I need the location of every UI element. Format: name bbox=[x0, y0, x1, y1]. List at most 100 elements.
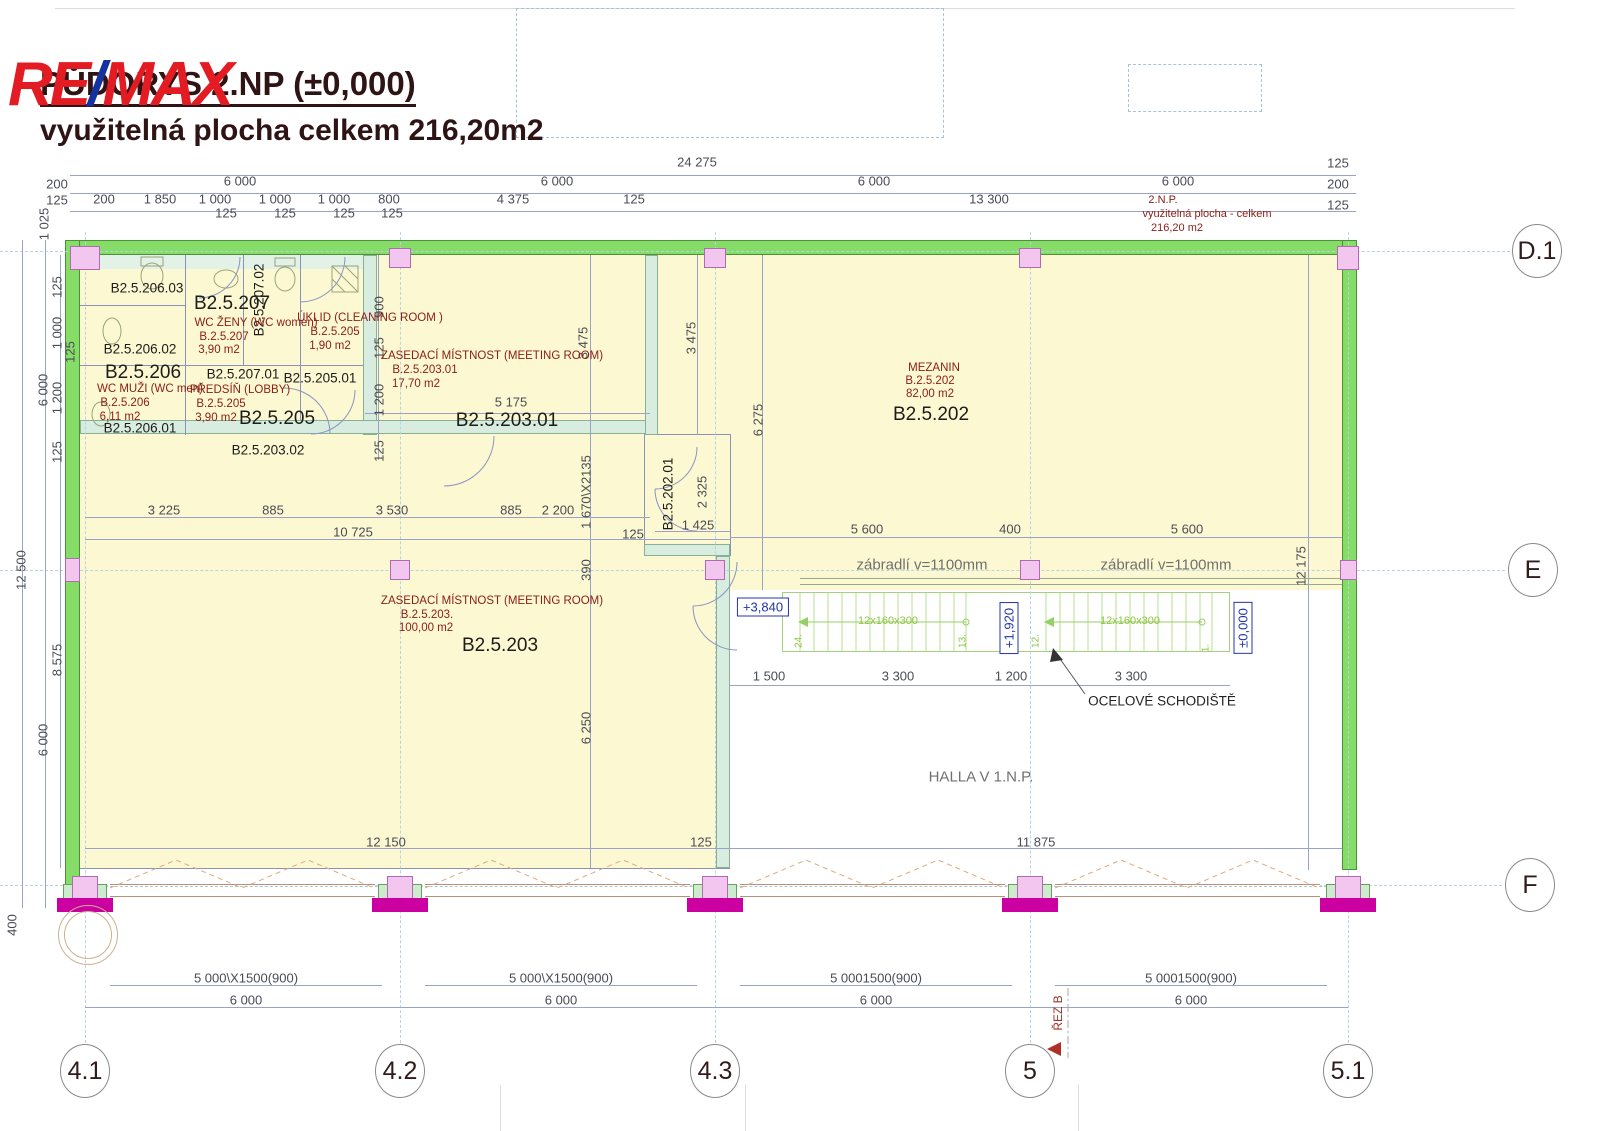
label-dimv: 390 bbox=[579, 559, 594, 581]
label-greenv: 1. bbox=[1201, 644, 1212, 652]
railing-line-1 bbox=[800, 578, 1342, 579]
label-dim: 5 0001500(900) bbox=[830, 971, 922, 986]
label-dimv: 12 175 bbox=[1294, 546, 1309, 586]
grid-bubble-d-1: D.1 bbox=[1512, 224, 1562, 278]
plumbing-strip bbox=[80, 255, 363, 269]
label-dimv: 6 250 bbox=[579, 712, 594, 745]
label-code: B2.5.206.01 bbox=[104, 421, 177, 436]
label-dimv: 1 670\X2135 bbox=[579, 455, 594, 529]
label-dim: 125 bbox=[274, 206, 296, 221]
label-big: B2.5.207 bbox=[194, 293, 270, 315]
label-big: B2.5.206 bbox=[105, 362, 181, 384]
wall-hall-left bbox=[716, 556, 730, 868]
partition-7 bbox=[658, 434, 730, 435]
logo-max: MAX bbox=[102, 50, 231, 119]
label-red: 100,00 m2 bbox=[399, 622, 453, 634]
dim-line bbox=[730, 537, 1342, 538]
label-red: 3,90 m2 bbox=[195, 412, 237, 424]
label-dim: 200 bbox=[46, 177, 68, 192]
dim-line bbox=[85, 848, 1342, 849]
label-dimv: 8 575 bbox=[50, 644, 65, 677]
partition-3 bbox=[300, 255, 301, 420]
label-dim: 1 200 bbox=[995, 669, 1028, 684]
label-dim: 6 000 bbox=[541, 174, 574, 189]
label-dim: 125 bbox=[381, 206, 403, 221]
grid-line-e bbox=[0, 570, 1505, 571]
label-red: ZASEDACÍ MÍSTNOST (MEETING ROOM) bbox=[381, 350, 603, 362]
label-dim: 5 600 bbox=[851, 522, 884, 537]
dashed-outline-large bbox=[516, 8, 944, 138]
site-circle-inner bbox=[64, 911, 112, 959]
dashed-outline-small bbox=[1128, 64, 1262, 112]
sill-magenta bbox=[1002, 898, 1058, 912]
label-note: 2.N.P. bbox=[1148, 194, 1177, 206]
label-dim: 5 600 bbox=[1171, 522, 1204, 537]
label-level: +3,840 bbox=[737, 598, 789, 617]
label-dim: 125 bbox=[690, 835, 712, 850]
label-red: 17,70 m2 bbox=[392, 378, 440, 390]
label-big: B2.5.202 bbox=[893, 404, 969, 426]
column bbox=[1340, 560, 1357, 580]
label-red: B.2.5.202 bbox=[905, 375, 954, 387]
wall-right bbox=[1342, 240, 1357, 870]
label-redv: ŘEZ B bbox=[1051, 995, 1065, 1030]
grid-bubble-5: 5 bbox=[1005, 1044, 1055, 1098]
railing-line-2 bbox=[800, 584, 1342, 585]
label-dim: 24 275 bbox=[677, 155, 717, 170]
grid-line-4-3 bbox=[715, 232, 716, 1048]
label-red: 3,90 m2 bbox=[198, 344, 240, 356]
grid-line-5-1 bbox=[1348, 232, 1349, 1048]
label-dim: 6 000 bbox=[545, 993, 578, 1008]
label-red: B.2.5.203.01 bbox=[392, 364, 457, 376]
label-dim: 6 000 bbox=[1175, 993, 1208, 1008]
label-dimv: 125 bbox=[50, 276, 65, 298]
label-dim: 3 300 bbox=[1115, 669, 1148, 684]
label-dimv: 6 000 bbox=[36, 724, 51, 757]
label-dimv: 400 bbox=[5, 914, 20, 936]
label-note: 216,20 m2 bbox=[1151, 222, 1203, 234]
sill-magenta bbox=[372, 898, 428, 912]
column bbox=[1337, 246, 1359, 270]
label-dim: 125 bbox=[333, 206, 355, 221]
label-red: WC MUŽI (WC men) bbox=[97, 383, 203, 395]
label-dim: 13 300 bbox=[969, 192, 1009, 207]
room-fill-mezzanine bbox=[730, 255, 1342, 590]
column bbox=[390, 560, 410, 580]
grid-bubble-e: E bbox=[1508, 543, 1558, 597]
label-red: B.2.5.206 bbox=[100, 397, 149, 409]
label-gray: zábradlí v=1100mm bbox=[856, 557, 987, 574]
label-dim: 1 000 bbox=[199, 192, 232, 207]
label-red: ÚKLID (CLEANING ROOM ) bbox=[297, 312, 443, 324]
label-dim: 1 425 bbox=[682, 518, 715, 533]
label-red: MEZANIN bbox=[908, 362, 960, 374]
grid-bubble-5-1: 5.1 bbox=[1323, 1044, 1373, 1098]
label-red: B.2.5.205 bbox=[310, 326, 359, 338]
label-levelv: ±0,000 bbox=[1234, 602, 1253, 654]
wall-corridor-bottom bbox=[644, 544, 730, 556]
label-dim: 5 0001500(900) bbox=[1145, 971, 1237, 986]
label-dim: 10 725 bbox=[333, 525, 373, 540]
label-code: B2.5.207.01 bbox=[207, 367, 280, 382]
label-code: B2.5.206.03 bbox=[111, 281, 184, 296]
label-dim: 125 bbox=[215, 206, 237, 221]
label-dim: 400 bbox=[999, 522, 1021, 537]
label-dim: 6 000 bbox=[224, 174, 257, 189]
label-red: B.2.5.207 bbox=[199, 331, 248, 343]
label-red: 1,90 m2 bbox=[309, 340, 351, 352]
label-dim: 885 bbox=[262, 503, 284, 518]
stair-leader-arrow bbox=[1050, 648, 1085, 694]
label-code: B2.5.205.01 bbox=[284, 371, 357, 386]
label-dim: 125 bbox=[622, 527, 644, 542]
label-dim: 3 530 bbox=[376, 503, 409, 518]
label-big: B2.5.203.01 bbox=[456, 410, 558, 432]
label-dim: 1 850 bbox=[144, 192, 177, 207]
label-greenv: 12. bbox=[1031, 634, 1042, 648]
label-big: B2.5.205 bbox=[239, 408, 315, 430]
grid-bubble-4-2: 4.2 bbox=[375, 1044, 425, 1098]
label-dim: 800 bbox=[378, 192, 400, 207]
dim-line bbox=[85, 1007, 1348, 1008]
label-dimv: 12 500 bbox=[14, 550, 29, 590]
bottom-construction-line-1 bbox=[500, 1085, 501, 1131]
label-dimv: 1 200 bbox=[372, 384, 387, 417]
label-greenv: 24. bbox=[794, 634, 805, 648]
